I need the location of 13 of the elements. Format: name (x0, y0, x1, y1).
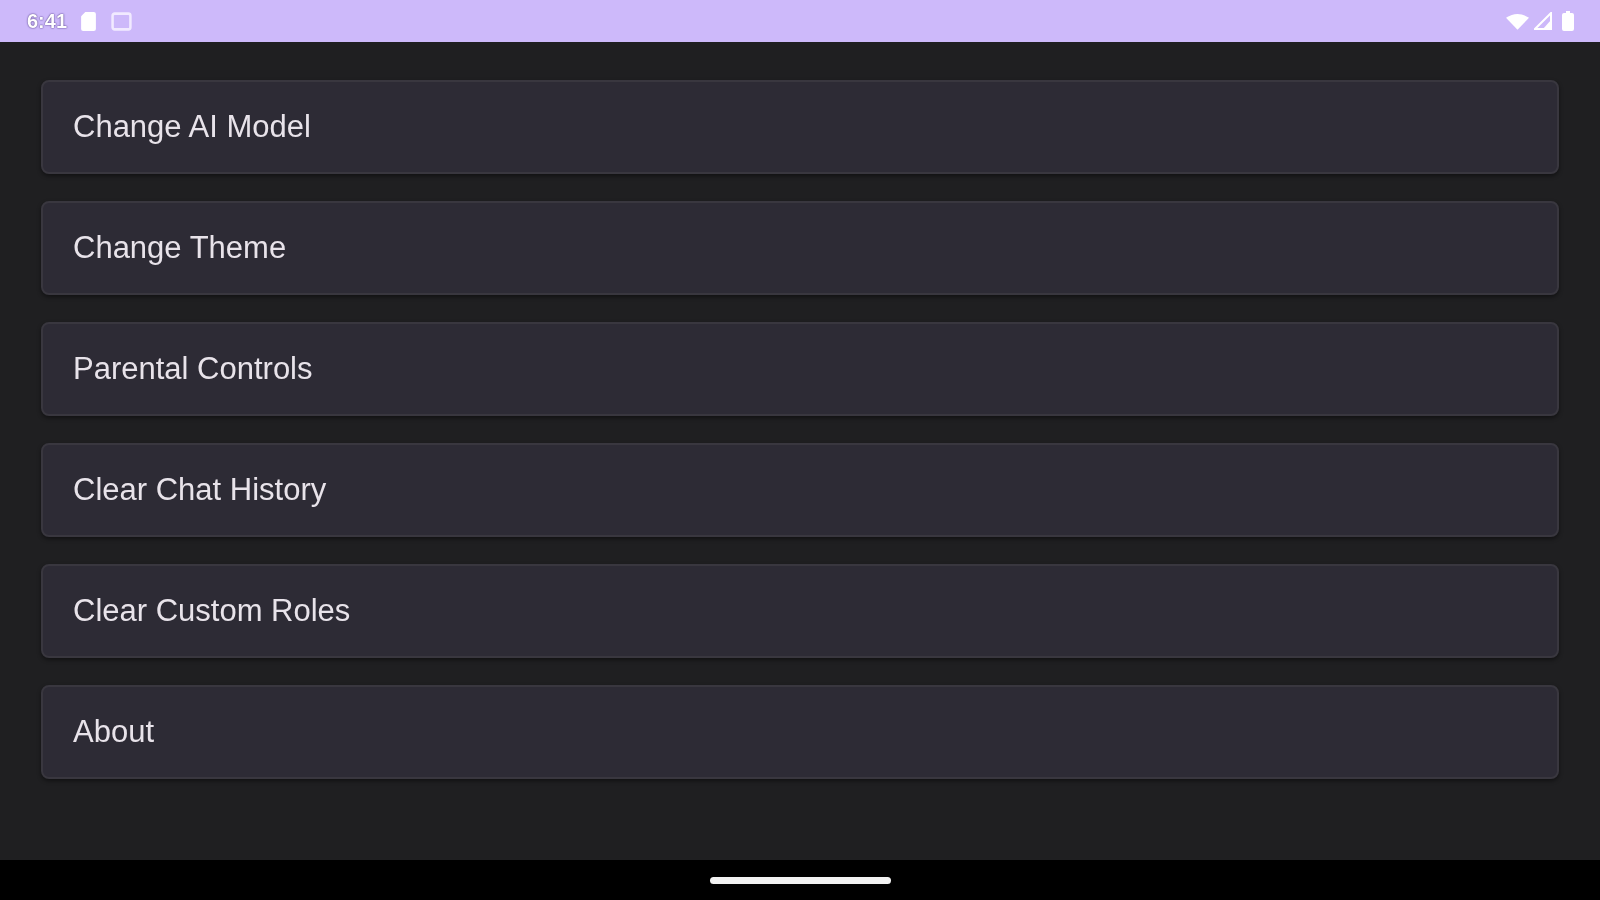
home-handle[interactable] (709, 876, 891, 884)
settings-item[interactable]: Change AI Model (41, 80, 1559, 174)
settings-item[interactable]: Change Theme (41, 201, 1559, 295)
battery-icon (1562, 11, 1574, 31)
settings-item[interactable]: Clear Chat History (41, 443, 1559, 537)
settings-item[interactable]: About (41, 685, 1559, 779)
settings-item[interactable]: Clear Custom Roles (41, 564, 1559, 658)
screen-icon (111, 11, 133, 31)
status-time: 6:41 (27, 9, 68, 33)
sd-card-icon (81, 11, 97, 31)
signal-icon (1534, 12, 1552, 30)
settings-item[interactable]: Parental Controls (41, 322, 1559, 416)
wifi-icon (1506, 12, 1529, 30)
